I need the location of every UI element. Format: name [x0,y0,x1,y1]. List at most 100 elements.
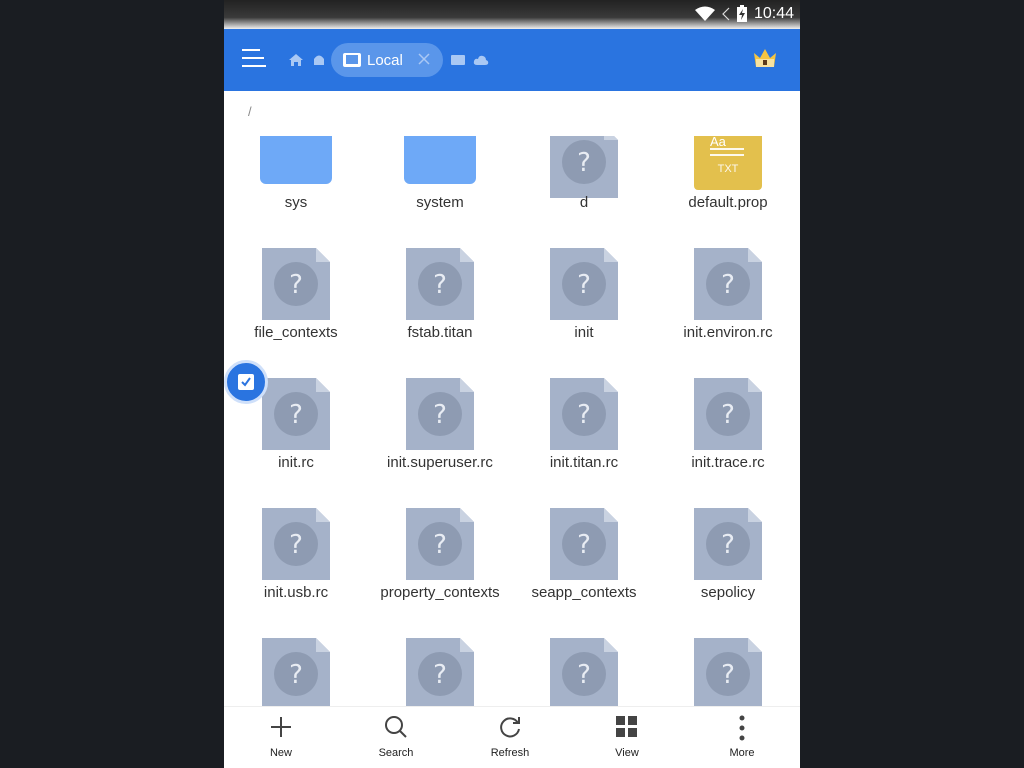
more-label: More [729,747,755,759]
file-item[interactable]: ? init.trace.rc [656,136,800,706]
view-button[interactable]: View [587,707,667,768]
file-item[interactable]: ? seapp_contexts [512,136,656,706]
close-tab-icon[interactable] [417,51,431,67]
folder-icon [260,136,332,184]
svg-text:?: ? [433,660,447,690]
unknown-file-icon: ? [550,508,618,580]
unknown-file-icon: ? [550,638,618,706]
unknown-file-icon: ? [406,378,474,450]
file-name: file_contexts [254,324,338,341]
file-name: sepolicy [700,584,756,601]
refresh-button[interactable]: Refresh [470,707,550,768]
cloud-icon[interactable] [473,52,489,68]
menu-icon[interactable] [242,49,266,69]
file-grid: sys system ? d Aa TXT default.prop? file_contex… [224,136,800,706]
file-item[interactable]: ? init.titan.rc [512,136,656,706]
svg-text:?: ? [577,270,591,300]
svg-text:?: ? [289,660,303,690]
file-name: init.usb.rc [263,584,329,601]
folder-icon [404,136,476,184]
unknown-file-icon: ? [406,248,474,320]
phone-screen: 10:44 Local / sys system ? d Aa TXT defa… [224,0,800,768]
refresh-icon [500,717,520,738]
file-name: property_contexts [380,584,500,601]
new-label: New [269,747,292,759]
file-item[interactable]: ? [656,136,800,706]
tab-local-label: Local [367,51,403,69]
file-item[interactable]: ? init.environ.rc [656,136,800,706]
file-item[interactable]: ? init [512,136,656,706]
txt-file-icon: Aa TXT [694,136,762,190]
path-breadcrumb[interactable]: / [248,104,252,119]
file-name: sys [284,194,308,211]
file-item[interactable]: ? init.superuser.rc [368,136,512,706]
file-item[interactable]: ? d [512,136,656,706]
file-item[interactable]: ? file_contexts [224,136,368,706]
file-item[interactable]: ? sepolicy [656,136,800,706]
unknown-file-icon: ? [262,378,330,450]
file-name: init.environ.rc [683,324,773,341]
file-item[interactable]: ? [368,136,512,706]
file-item[interactable]: ? init.usb.rc [224,136,368,706]
file-item[interactable]: ? fstab.titan [368,136,512,706]
toolbar: Local [224,29,800,91]
file-item[interactable]: sys [224,136,368,706]
file-name: init.titan.rc [549,454,619,471]
more-button[interactable]: More [702,707,782,768]
unknown-file-icon: ? [262,248,330,320]
unknown-file-icon: ? [550,136,618,198]
unknown-file-icon: ? [694,378,762,450]
tab-local[interactable]: Local [331,43,443,77]
more-vert-icon [739,715,745,741]
unknown-file-icon: ? [694,508,762,580]
signal-icon [722,7,730,21]
search-label: Search [378,747,414,759]
unknown-file-icon: ? [694,248,762,320]
unknown-file-icon: ? [406,508,474,580]
unknown-file-icon: ? [262,508,330,580]
svg-text:?: ? [289,400,303,430]
file-name: fstab.titan [407,324,473,341]
search-button[interactable]: Search [356,707,436,768]
svg-text:?: ? [289,270,303,300]
file-item[interactable]: ? [224,136,368,706]
file-name: init.trace.rc [691,454,765,471]
file-name: init.superuser.rc [387,454,493,471]
file-name: init.rc [278,454,314,471]
file-item[interactable]: system [368,136,512,706]
svg-text:?: ? [577,660,591,690]
file-item[interactable]: ? [512,136,656,706]
android-icon[interactable] [311,52,327,68]
search-icon [385,716,407,738]
unknown-file-icon: ? [262,638,330,706]
view-label: View [615,747,639,759]
svg-text:?: ? [577,530,591,560]
file-item[interactable]: ? init.rc [224,136,368,706]
refresh-label: Refresh [490,747,530,759]
svg-text:?: ? [433,530,447,560]
svg-text:?: ? [721,530,735,560]
select-fab-button[interactable] [224,360,268,404]
file-name: system [416,194,464,211]
new-button[interactable]: New [241,707,321,768]
svg-text:?: ? [721,270,735,300]
grid-view-icon [616,716,637,737]
svg-text:?: ? [577,400,591,430]
unknown-file-icon: ? [694,638,762,706]
crown-icon[interactable] [752,47,778,71]
tablet-icon [343,53,361,67]
window-icon[interactable] [450,52,466,68]
svg-text:?: ? [289,530,303,560]
svg-text:?: ? [433,400,447,430]
unknown-file-icon: ? [550,378,618,450]
file-item[interactable]: ? property_contexts [368,136,512,706]
svg-text:?: ? [721,400,735,430]
file-item[interactable]: Aa TXT default.prop [656,136,800,706]
battery-charging-icon [736,5,747,22]
wifi-icon [694,6,715,21]
unknown-file-icon: ? [406,638,474,706]
status-bar: 10:44 [224,0,800,29]
file-name: init [574,324,594,341]
home-icon[interactable] [288,52,304,68]
checklist-icon [238,374,254,390]
